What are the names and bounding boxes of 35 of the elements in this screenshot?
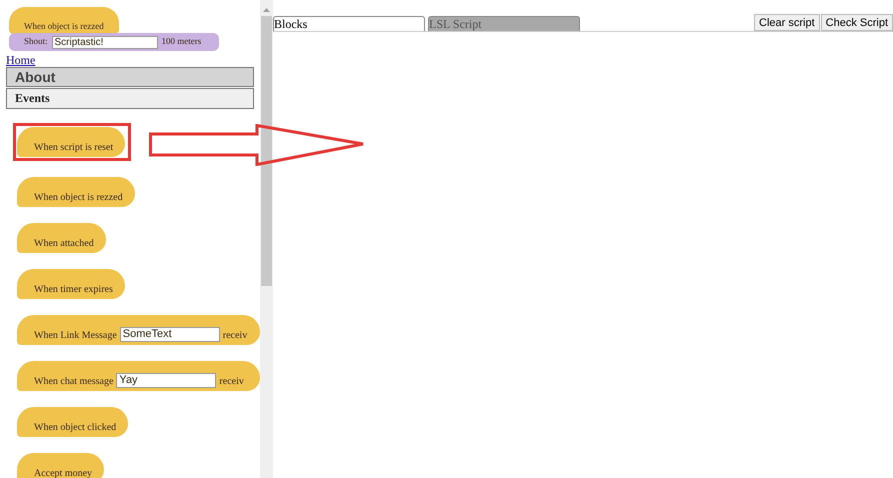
event-block[interactable]: When timer expires bbox=[17, 269, 125, 299]
block-label: When Link Message bbox=[34, 329, 117, 343]
block-label: When object is rezzed bbox=[34, 191, 123, 205]
section-header[interactable]: Events bbox=[6, 88, 254, 109]
event-block[interactable]: Accept money bbox=[17, 453, 104, 478]
block-label: When object clicked bbox=[34, 421, 116, 435]
block-label: When timer expires bbox=[34, 283, 113, 297]
block-label: When object is rezzed bbox=[24, 20, 104, 33]
tab[interactable]: Blocks bbox=[273, 16, 425, 31]
event-block[interactable]: When object is rezzed bbox=[17, 177, 135, 207]
toolbar-button[interactable]: Clear script bbox=[754, 14, 820, 31]
scroll-thumb[interactable] bbox=[261, 16, 272, 286]
event-block[interactable]: When object clicked bbox=[17, 407, 128, 437]
text-field[interactable]: SomeText bbox=[120, 327, 220, 342]
event-block[interactable]: When chat message Yay receiv bbox=[17, 361, 260, 391]
section-header[interactable]: About bbox=[6, 67, 254, 87]
action-block[interactable]: Shout: Scriptastic! 100 meters bbox=[9, 33, 219, 51]
text-field[interactable]: Yay bbox=[116, 373, 216, 388]
block-label: When script is reset bbox=[34, 141, 114, 155]
event-block[interactable]: When script is reset bbox=[17, 127, 126, 157]
block-label: When attached bbox=[34, 237, 94, 251]
scroll-up-icon[interactable] bbox=[263, 8, 270, 12]
block-label: Shout: bbox=[24, 35, 48, 48]
block-label: receiv bbox=[219, 375, 244, 389]
block-label: When chat message bbox=[34, 375, 114, 389]
text-field[interactable]: Scriptastic! bbox=[52, 36, 158, 48]
event-block[interactable]: When Link Message SomeText receiv bbox=[17, 315, 260, 345]
home-link[interactable]: Home bbox=[0, 53, 260, 67]
block-label: Accept money bbox=[34, 467, 92, 478]
block-label: 100 meters bbox=[162, 35, 202, 48]
scrollbar[interactable] bbox=[260, 0, 273, 478]
toolbar-button[interactable]: Check Script bbox=[820, 14, 893, 31]
event-block[interactable]: When attached bbox=[17, 223, 106, 253]
event-block[interactable]: When object is rezzed bbox=[9, 7, 119, 35]
block-label: receiv bbox=[222, 329, 248, 343]
